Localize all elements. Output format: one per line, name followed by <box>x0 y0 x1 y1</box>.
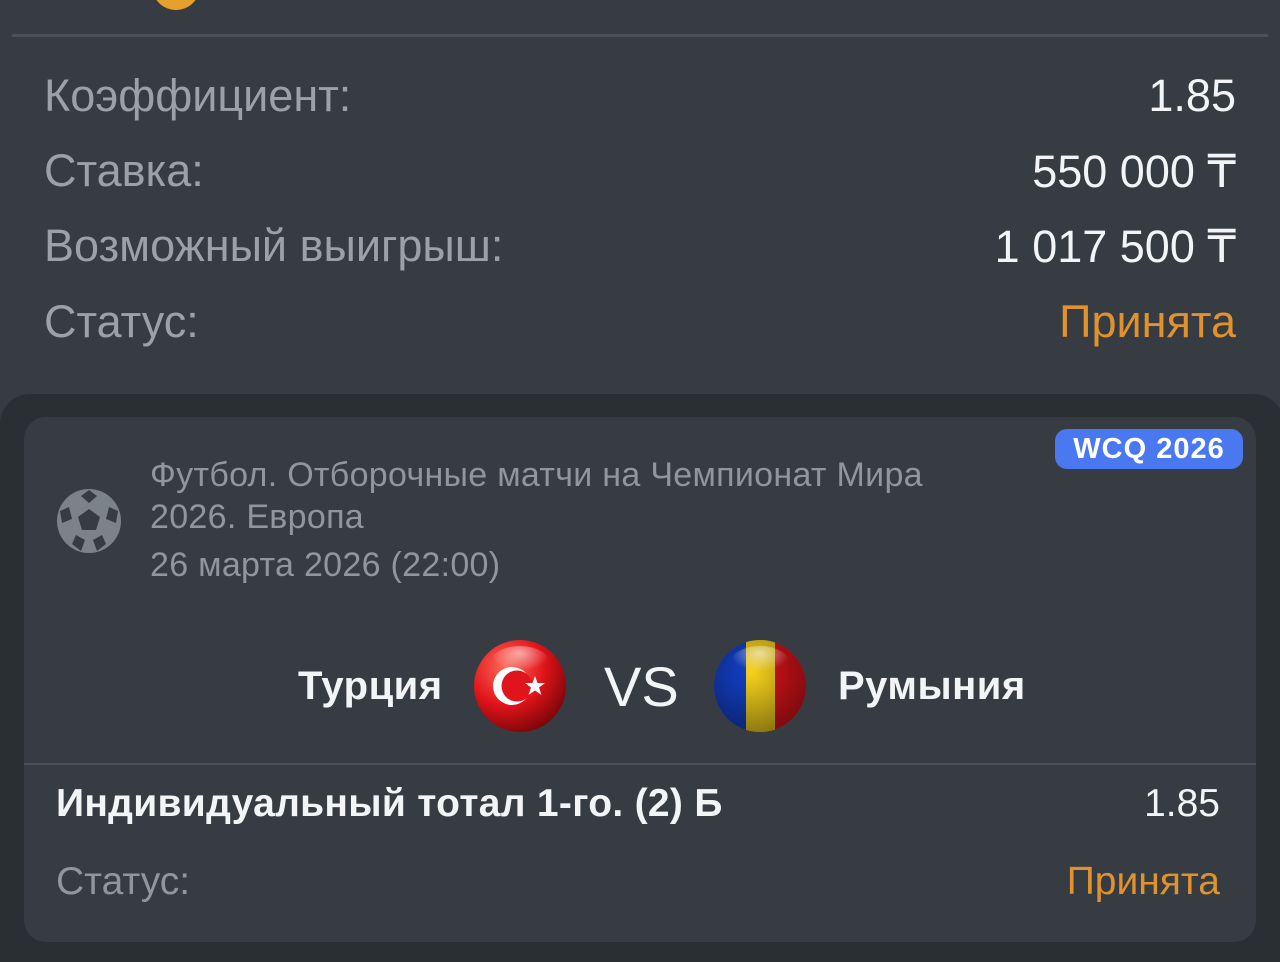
coefficient-row: Коэффициент: 1.85 <box>44 68 1236 124</box>
coefficient-value: 1.85 <box>1148 70 1236 121</box>
bet-odds-value: 1.85 <box>1144 782 1220 825</box>
league-name-line-2: 2026. Европа <box>150 498 365 536</box>
possible-win-row: Возможный выигрыш: 1 017 500 ₸ <box>44 218 1236 274</box>
tournament-badge: WCQ 2026 <box>1055 429 1243 469</box>
event-datetime: 26 марта 2026 (22:00) <box>150 546 501 584</box>
bet-status-row: Статус: Принята <box>56 854 1220 910</box>
divider <box>12 34 1268 37</box>
away-team-name: Румыния <box>838 664 1026 708</box>
bet-details-page: Коэффициент: 1.85 Ставка: 550 000 ₸ Возм… <box>0 0 1280 962</box>
stake-label: Ставка: <box>44 145 204 196</box>
status-label: Статус: <box>44 296 199 347</box>
turkey-flag-icon <box>474 640 566 732</box>
divider <box>24 763 1256 765</box>
bet-status-value: Принята <box>1066 860 1220 903</box>
coefficient-label: Коэффициент: <box>44 70 352 121</box>
notification-dot <box>152 0 200 10</box>
bet-market-name: Индивидуальный тотал 1-го. (2) Б <box>56 782 723 825</box>
home-team-name: Турция <box>298 664 443 708</box>
bet-status-label: Статус: <box>56 860 191 903</box>
league-name-line-1: Футбол. Отборочные матчи на Чемпионат Ми… <box>150 456 923 494</box>
stake-row: Ставка: 550 000 ₸ <box>44 143 1236 199</box>
romania-flag-icon <box>714 640 806 732</box>
soccer-ball-icon <box>57 489 121 553</box>
match-row: Турция VS Румыния <box>0 630 1280 742</box>
status-row: Статус: Принята <box>44 294 1236 350</box>
possible-win-label: Возможный выигрыш: <box>44 220 504 271</box>
status-value: Принята <box>1059 296 1236 347</box>
possible-win-value: 1 017 500 ₸ <box>994 220 1236 272</box>
bet-outcome-row: Индивидуальный тотал 1-го. (2) Б 1.85 <box>56 776 1220 832</box>
stake-value: 550 000 ₸ <box>1032 145 1236 197</box>
versus-label: VS <box>604 655 679 718</box>
